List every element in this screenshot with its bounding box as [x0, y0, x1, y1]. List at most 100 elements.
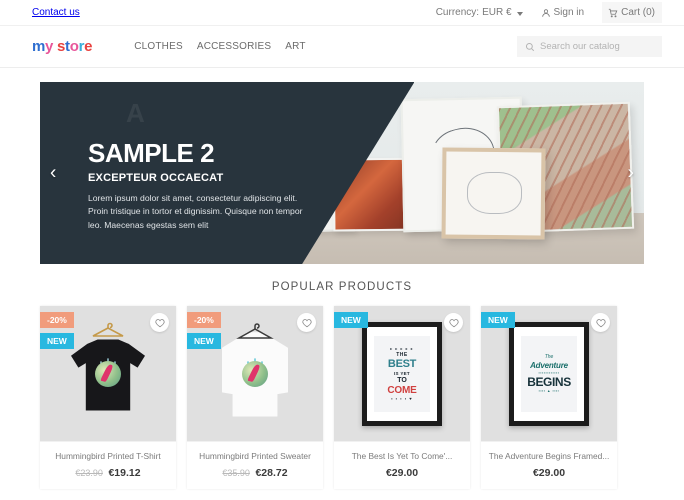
search-placeholder: Search our catalog — [540, 41, 620, 52]
poster-divider: ▪▪▪▪▪▪▪▪▪▪▪▪ — [538, 371, 560, 375]
logo-letter-y: y — [45, 38, 54, 55]
heart-icon — [154, 318, 165, 327]
cart-label: Cart (0) — [621, 7, 655, 18]
hero-carousel[interactable]: A SAMPLE 2 EXCEPTEUR OCCAECAT Lorem ipsu… — [40, 82, 644, 264]
search-box[interactable]: Search our catalog — [517, 36, 662, 57]
product-card[interactable]: -20% NEW Hummingbird Printed T-Shirt €23… — [40, 306, 176, 489]
hummingbird-graphic — [242, 360, 268, 387]
sign-in-link[interactable]: Sign in — [541, 7, 584, 18]
discount-badge: -20% — [40, 312, 74, 328]
poster-artwork: ▸ ▸ ▸ ▸ ▸ THE BEST IS YET TO COME ▪ ▪ ▪ … — [374, 335, 430, 412]
currency-selector[interactable]: Currency: EUR € — [436, 7, 523, 18]
poster-dots-bottom: ▪ ▪ ▪ ▪ ♥ — [391, 395, 413, 401]
product-prices: €23.90 €19.12 — [46, 467, 170, 479]
heart-icon — [301, 318, 312, 327]
poster-line-isyet: IS YET — [394, 370, 410, 376]
product-info: Hummingbird Printed T-Shirt €23.90 €19.1… — [40, 441, 176, 489]
store-logo[interactable]: my store — [32, 38, 92, 55]
poster-frame-graphic: ▸ ▸ ▸ ▸ ▸ THE BEST IS YET TO COME ▪ ▪ ▪ … — [362, 321, 442, 426]
new-badge: NEW — [40, 333, 74, 349]
poster-frame-graphic: The Adventure ▪▪▪▪▪▪▪▪▪▪▪▪ BEGINS ▪▪▪▪ ▲… — [509, 321, 589, 426]
logo-letter-m: m — [32, 38, 46, 55]
new-badge: NEW — [187, 333, 221, 349]
poster-mat: ▸ ▸ ▸ ▸ ▸ THE BEST IS YET TO COME ▪ ▪ ▪ … — [367, 326, 437, 421]
product-badges: NEW — [481, 312, 515, 328]
logo-letter-s: s — [56, 38, 66, 55]
product-old-price: €23.90 — [75, 468, 103, 478]
product-name[interactable]: The Best Is Yet To Come'... — [340, 451, 464, 461]
cart-button[interactable]: Cart (0) — [602, 2, 662, 23]
logo-letter-o: o — [69, 38, 79, 55]
poster-line-to: TO — [397, 376, 407, 384]
top-bar: Contact us Currency: EUR € Sign in Cart … — [0, 0, 684, 26]
heart-icon — [595, 318, 606, 327]
product-old-price: €35.90 — [222, 468, 250, 478]
product-name[interactable]: Hummingbird Printed Sweater — [193, 451, 317, 461]
product-grid: -20% NEW Hummingbird Printed T-Shirt €23… — [0, 306, 684, 489]
poster-artwork: The Adventure ▪▪▪▪▪▪▪▪▪▪▪▪ BEGINS ▪▪▪▪ ▲… — [521, 335, 577, 412]
product-prices: €29.00 — [487, 467, 611, 479]
product-card[interactable]: NEW The Adventure ▪▪▪▪▪▪▪▪▪▪▪▪ BEGINS ▪▪… — [481, 306, 617, 489]
contact-us-link[interactable]: Contact us — [32, 7, 80, 18]
carousel-subtitle: EXCEPTEUR OCCAECAT — [88, 172, 224, 184]
wishlist-button[interactable] — [444, 313, 463, 332]
product-badges: -20% NEW — [40, 312, 74, 349]
product-price: €29.00 — [385, 467, 419, 479]
nav-item-accessories[interactable]: ACCESSORIES — [197, 41, 271, 52]
currency-label: Currency: — [435, 7, 480, 18]
user-icon — [541, 8, 550, 17]
carousel-description: Lorem ipsum dolor sit amet, consectetur … — [88, 193, 303, 230]
product-info: The Best Is Yet To Come'... €29.00 — [334, 441, 470, 489]
hanger-icon — [92, 322, 124, 337]
search-icon — [525, 42, 535, 51]
product-card[interactable]: NEW ▸ ▸ ▸ ▸ ▸ THE BEST IS YET TO COME ▪ — [334, 306, 470, 489]
product-price: €19.12 — [108, 467, 141, 479]
poster-dots-bottom: ▪▪▪▪ ▲ ▪▪▪▪ — [538, 389, 560, 393]
product-name[interactable]: The Adventure Begins Framed... — [487, 451, 611, 461]
wishlist-button[interactable] — [297, 313, 316, 332]
heart-icon — [448, 318, 459, 327]
hanger-icon — [236, 323, 274, 339]
product-thumbnail[interactable]: NEW ▸ ▸ ▸ ▸ ▸ THE BEST IS YET TO COME ▪ — [334, 306, 470, 441]
framed-print-6 — [441, 146, 545, 240]
poster-line-begins: BEGINS — [527, 375, 571, 389]
poster-line-the: The — [544, 354, 554, 360]
wishlist-button[interactable] — [150, 313, 169, 332]
product-thumbnail[interactable]: -20% NEW — [187, 306, 323, 441]
new-badge: NEW — [334, 312, 368, 328]
product-price: €28.72 — [255, 467, 288, 479]
product-thumbnail[interactable]: -20% NEW — [40, 306, 176, 441]
product-card[interactable]: -20% NEW Hummingbird Printed Sweater €35… — [187, 306, 323, 489]
site-header: my store CLOTHES ACCESSORIES ART Search … — [0, 26, 684, 68]
hummingbird-graphic — [95, 360, 121, 387]
product-price: €29.00 — [532, 467, 566, 479]
carousel-next-button[interactable]: › — [628, 164, 634, 183]
discount-badge: -20% — [187, 312, 221, 328]
product-badges: NEW — [334, 312, 368, 328]
product-prices: €35.90 €28.72 — [193, 467, 317, 479]
new-badge: NEW — [481, 312, 515, 328]
product-info: The Adventure Begins Framed... €29.00 — [481, 441, 617, 489]
chevron-down-icon — [516, 11, 523, 16]
product-badges: -20% NEW — [187, 312, 221, 349]
poster-mat: The Adventure ▪▪▪▪▪▪▪▪▪▪▪▪ BEGINS ▪▪▪▪ ▲… — [514, 326, 584, 421]
nav-item-art[interactable]: ART — [285, 41, 305, 52]
banner-section: A SAMPLE 2 EXCEPTEUR OCCAECAT Lorem ipsu… — [0, 68, 684, 264]
product-prices: €29.00 — [340, 467, 464, 479]
logo-letter-e: e — [84, 38, 93, 55]
carousel-prev-button[interactable]: ‹ — [50, 164, 56, 183]
carousel-title: SAMPLE 2 — [88, 138, 215, 168]
carousel-caption: SAMPLE 2 EXCEPTEUR OCCAECAT Lorem ipsum … — [88, 140, 308, 232]
wishlist-button[interactable] — [591, 313, 610, 332]
nav-item-clothes[interactable]: CLOTHES — [134, 41, 183, 52]
product-thumbnail[interactable]: NEW The Adventure ▪▪▪▪▪▪▪▪▪▪▪▪ BEGINS ▪▪… — [481, 306, 617, 441]
poster-line-come: COME — [387, 384, 417, 396]
popular-products-title: POPULAR PRODUCTS — [271, 281, 413, 293]
cart-icon — [608, 8, 618, 17]
currency-value: EUR € — [482, 7, 512, 18]
poster-dots-top: ▸ ▸ ▸ ▸ ▸ — [390, 345, 414, 351]
product-name[interactable]: Hummingbird Printed T-Shirt — [46, 451, 170, 461]
poster-line-best: BEST — [387, 357, 417, 370]
main-navigation: CLOTHES ACCESSORIES ART — [134, 41, 306, 52]
poster-line-adventure: Adventure — [530, 361, 568, 370]
